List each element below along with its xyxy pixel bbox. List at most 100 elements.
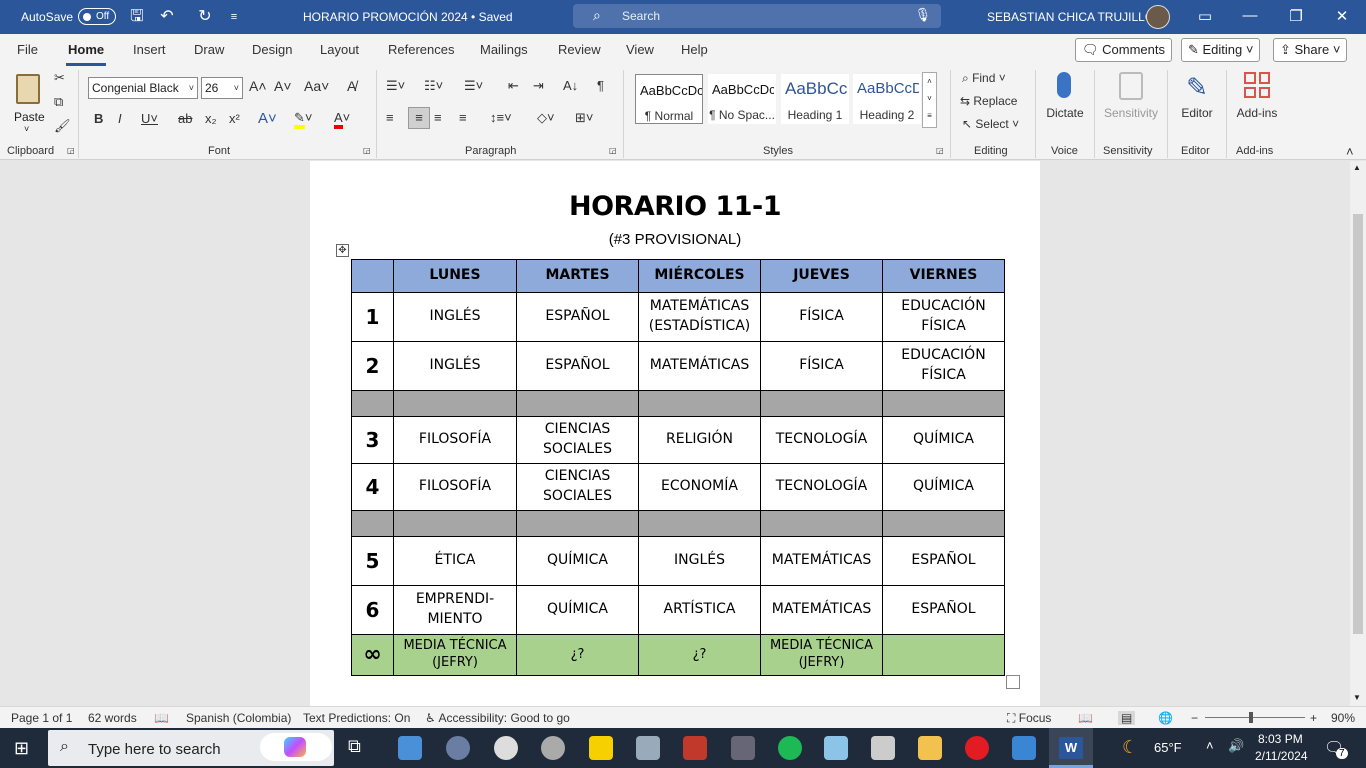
style-heading-1[interactable]: AaBbCc Heading 1: [781, 74, 849, 124]
shrink-font-icon[interactable]: A˅: [274, 78, 292, 94]
sort-icon[interactable]: A↓: [563, 78, 578, 93]
font-color-icon[interactable]: A˅: [334, 110, 350, 129]
table-cell[interactable]: EMPRENDI-MIENTO: [393, 585, 517, 635]
table-cell[interactable]: MEDIA TÉCNICA (JEFRY): [760, 634, 883, 676]
table-cell[interactable]: [760, 390, 883, 417]
table-cell[interactable]: MEDIA TÉCNICA (JEFRY): [393, 634, 517, 676]
table-cell[interactable]: TECNOLOGÍA: [760, 463, 883, 511]
header-cell[interactable]: LUNES: [393, 259, 517, 293]
scroll-thumb[interactable]: [1353, 214, 1363, 634]
table-cell[interactable]: [882, 510, 1005, 537]
dialog-launcher-icon[interactable]: ◲: [363, 146, 371, 155]
style-normal[interactable]: AaBbCcDc ¶ Normal: [635, 74, 703, 124]
justify-icon[interactable]: ≡: [459, 110, 467, 125]
text-predictions-status[interactable]: Text Predictions: On: [303, 711, 410, 725]
decrease-indent-icon[interactable]: ⇤: [508, 78, 519, 94]
table-cell[interactable]: ÉTICA: [393, 536, 517, 586]
app-icon[interactable]: [683, 736, 707, 760]
superscript-icon[interactable]: x²: [229, 111, 240, 126]
page-count[interactable]: Page 1 of 1: [11, 711, 72, 725]
table-cell[interactable]: QUÍMICA: [516, 585, 639, 635]
opera-icon[interactable]: [965, 736, 989, 760]
proofing-icon[interactable]: 📖: [154, 711, 169, 725]
scroll-up-icon[interactable]: ▲: [1353, 163, 1361, 172]
header-cell[interactable]: VIERNES: [882, 259, 1005, 293]
table-cell[interactable]: TECNOLOGÍA: [760, 416, 883, 464]
table-cell[interactable]: FÍSICA: [760, 341, 883, 391]
language-status[interactable]: Spanish (Colombia): [186, 711, 291, 725]
clock-time[interactable]: 8:03 PM: [1258, 732, 1303, 746]
table-cell[interactable]: ARTÍSTICA: [638, 585, 761, 635]
photos-icon[interactable]: [1012, 736, 1036, 760]
word-taskbar-button[interactable]: W: [1049, 728, 1093, 768]
table-resize-handle[interactable]: [1006, 675, 1020, 689]
copy-icon[interactable]: ⧉: [54, 94, 63, 110]
undo-icon[interactable]: ↶: [157, 7, 177, 27]
ribbon-display-options-icon[interactable]: ▭: [1194, 7, 1216, 25]
select-button[interactable]: ↖ Select ˅: [962, 117, 1019, 131]
numbering-icon[interactable]: ☷˅: [424, 78, 443, 94]
microphone-icon[interactable]: 🎙: [914, 7, 931, 23]
tab-mailings[interactable]: Mailings: [480, 42, 528, 57]
align-left-icon[interactable]: ≡: [386, 110, 394, 125]
share-button[interactable]: ⇪ Share ˅: [1273, 38, 1348, 62]
table-cell[interactable]: [351, 510, 394, 537]
editing-mode-button[interactable]: ✎ Editing ˅: [1181, 38, 1261, 62]
period-number[interactable]: 4: [351, 463, 394, 511]
table-cell[interactable]: ¿?: [516, 634, 639, 676]
camera-icon[interactable]: [731, 736, 755, 760]
table-cell[interactable]: MATEMÁTICAS: [638, 341, 761, 391]
table-cell[interactable]: FÍSICA: [760, 292, 883, 342]
weather-temp[interactable]: 65°F: [1154, 740, 1182, 755]
table-cell[interactable]: [638, 390, 761, 417]
copilot-icon[interactable]: [260, 733, 332, 761]
paste-button[interactable]: Paste ˅: [12, 72, 46, 136]
volume-icon[interactable]: 🔊: [1228, 738, 1244, 754]
text-effects-icon[interactable]: A˅: [258, 110, 277, 127]
zoom-out-icon[interactable]: −: [1191, 711, 1198, 725]
multilevel-list-icon[interactable]: ☰˅: [464, 78, 483, 94]
table-cell[interactable]: FILOSOFÍA: [393, 463, 517, 511]
tab-file[interactable]: File: [17, 42, 38, 57]
table-cell[interactable]: MATEMÁTICAS: [760, 536, 883, 586]
collapse-ribbon-icon[interactable]: ˄: [1346, 144, 1354, 159]
print-layout-icon[interactable]: ▤: [1118, 711, 1136, 725]
dictate-button[interactable]: Dictate: [1042, 66, 1088, 142]
tab-help[interactable]: Help: [681, 42, 708, 57]
table-cell[interactable]: ¿?: [638, 634, 761, 676]
header-cell[interactable]: MIÉRCOLES: [638, 259, 761, 293]
minimize-icon[interactable]: —: [1239, 7, 1261, 24]
table-cell[interactable]: [638, 510, 761, 537]
table-cell[interactable]: INGLÉS: [638, 536, 761, 586]
zoom-slider[interactable]: [1205, 712, 1305, 723]
strikethrough-icon[interactable]: ab: [178, 111, 192, 126]
table-cell[interactable]: [516, 390, 639, 417]
zoom-in-icon[interactable]: +: [1310, 711, 1317, 725]
shading-icon[interactable]: ◇˅: [537, 110, 555, 126]
align-right-icon[interactable]: ≡: [434, 110, 442, 125]
table-cell[interactable]: QUÍMICA: [516, 536, 639, 586]
weather-icon[interactable]: ☾: [1122, 737, 1138, 758]
highlight-color-icon[interactable]: ✎˅: [294, 110, 313, 129]
add-ins-button[interactable]: Add-ins: [1232, 66, 1282, 142]
align-center-icon[interactable]: ≡: [408, 107, 430, 129]
tab-layout[interactable]: Layout: [320, 42, 359, 57]
app-icon[interactable]: [541, 736, 565, 760]
replace-button[interactable]: ⇆ Replace: [960, 94, 1017, 108]
bullets-icon[interactable]: ☰˅: [386, 78, 405, 94]
font-name-field[interactable]: Congenial Black ˅: [88, 77, 198, 99]
table-cell[interactable]: FILOSOFÍA: [393, 416, 517, 464]
table-cell[interactable]: ESPAÑOL: [516, 292, 639, 342]
table-cell[interactable]: RELIGIÓN: [638, 416, 761, 464]
tab-review[interactable]: Review: [558, 42, 601, 57]
table-cell[interactable]: ESPAÑOL: [516, 341, 639, 391]
file-explorer-icon[interactable]: [918, 736, 942, 760]
calculator-icon[interactable]: [871, 736, 895, 760]
table-cell[interactable]: EDUCACIÓN FÍSICA: [882, 341, 1005, 391]
clock-date[interactable]: 2/11/2024: [1255, 749, 1308, 763]
format-painter-icon[interactable]: 🖌: [54, 118, 71, 134]
table-cell[interactable]: [760, 510, 883, 537]
zoom-level[interactable]: 90%: [1331, 711, 1355, 725]
vertical-scrollbar[interactable]: ▲ ▼: [1350, 161, 1366, 706]
style-heading-2[interactable]: AaBbCcD Heading 2: [853, 74, 921, 124]
